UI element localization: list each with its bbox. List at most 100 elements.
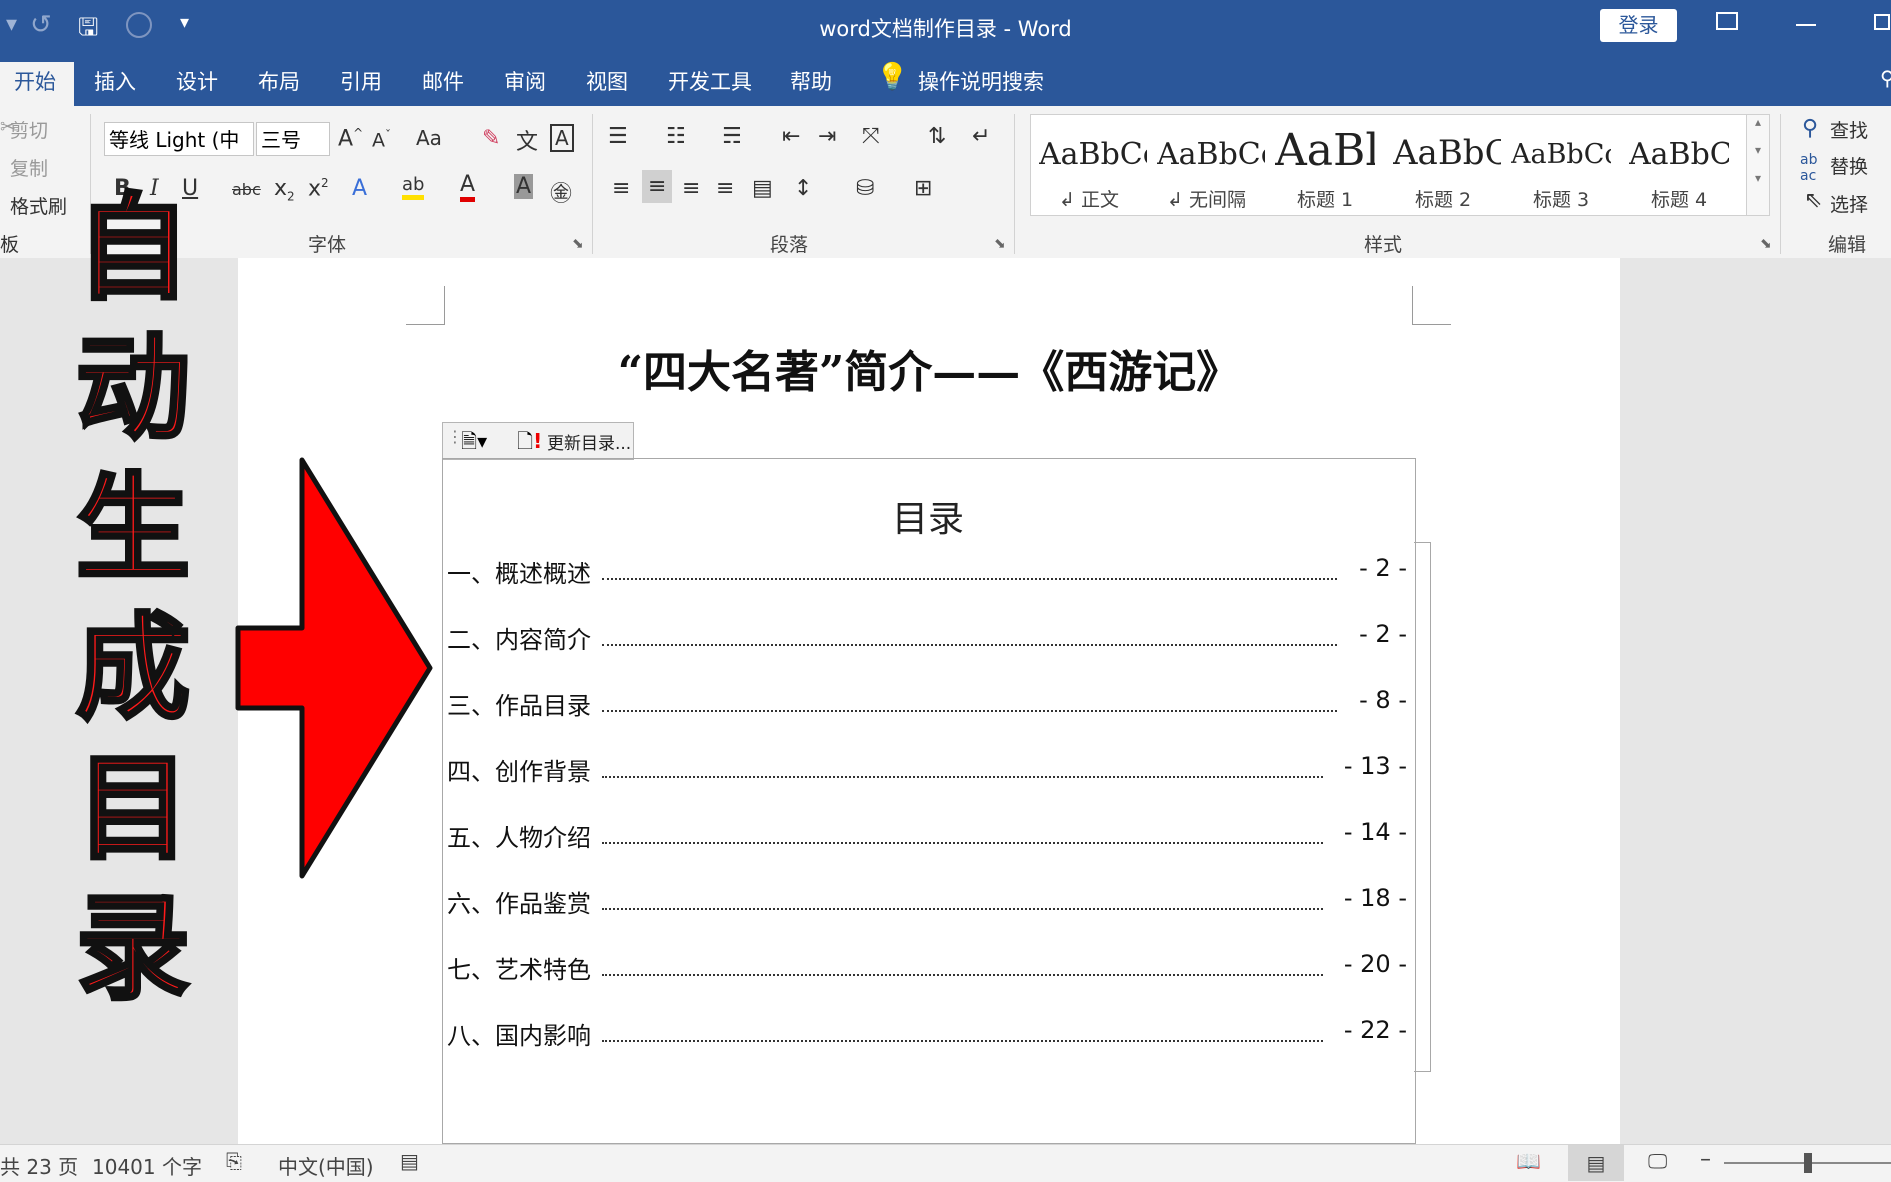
distributed-icon[interactable]: ▤ bbox=[752, 176, 773, 201]
ribbon-display-options-icon[interactable] bbox=[1716, 12, 1738, 30]
zoom-slider-thumb[interactable] bbox=[1804, 1153, 1812, 1173]
read-mode-icon[interactable]: 📖 bbox=[1516, 1149, 1541, 1173]
character-shading-icon[interactable]: A bbox=[514, 174, 534, 199]
justify-icon[interactable]: ≡ bbox=[716, 176, 734, 201]
zoom-out-icon[interactable]: – bbox=[1700, 1147, 1711, 1172]
style-heading-2[interactable]: AaBbC 标题 2 bbox=[1393, 115, 1501, 215]
print-layout-icon[interactable]: ▤ bbox=[1568, 1145, 1624, 1181]
toc-options-icon[interactable]: 🗎▾ bbox=[461, 427, 487, 461]
cut-button[interactable]: 剪切 bbox=[10, 116, 48, 143]
grow-font-icon[interactable]: A^ bbox=[338, 126, 363, 151]
toc-entry-label: 二、内容简介 bbox=[447, 626, 591, 654]
tab-mailings[interactable]: 邮件 bbox=[422, 66, 464, 96]
subscript-icon[interactable]: x2 bbox=[274, 176, 295, 203]
shading-icon[interactable]: ⛁ bbox=[856, 176, 874, 201]
numbering-icon[interactable]: ☷ bbox=[666, 124, 686, 149]
status-bar: 共 23 页 10401 个字 ⎘ 中文(中国) ▤ 📖 ▤ 🖵 – bbox=[0, 1144, 1891, 1182]
borders-icon[interactable]: ⊞ bbox=[914, 176, 932, 201]
toc-entry-page: - 14 - bbox=[1343, 818, 1407, 846]
proofing-icon[interactable]: ⎘ bbox=[226, 1149, 242, 1173]
toc-entry[interactable]: 二、内容简介 - 2 - bbox=[447, 620, 1407, 660]
styles-dialog-launcher-icon[interactable]: ⬊ bbox=[1760, 236, 1772, 252]
font-name-select[interactable]: 等线 Light (中 bbox=[104, 122, 254, 156]
chinese-layout-icon[interactable]: ⤧ bbox=[862, 124, 880, 149]
toc-leader bbox=[602, 644, 1337, 646]
tab-layout[interactable]: 布局 bbox=[258, 66, 300, 96]
font-size-select[interactable]: 三号 bbox=[256, 122, 330, 156]
select-button[interactable]: 选择 bbox=[1830, 190, 1868, 217]
find-button[interactable]: 查找 bbox=[1830, 116, 1868, 143]
overlay-char: 录 bbox=[74, 882, 192, 1015]
toc-entry[interactable]: 七、艺术特色 - 20 - bbox=[447, 950, 1407, 990]
strikethrough-icon[interactable]: abc bbox=[232, 180, 261, 199]
style-heading-4[interactable]: AaBbCc 标题 4 bbox=[1629, 115, 1737, 215]
tab-view[interactable]: 视图 bbox=[586, 66, 628, 96]
copy-button[interactable]: 复制 bbox=[10, 154, 48, 181]
update-toc-icon: 🗋! bbox=[517, 429, 543, 453]
restore-icon[interactable] bbox=[1874, 14, 1890, 30]
phonetic-guide-icon[interactable]: 文 bbox=[516, 124, 538, 156]
toc-leader bbox=[602, 776, 1323, 778]
login-button[interactable]: 登录 bbox=[1600, 9, 1677, 42]
shrink-font-icon[interactable]: Aˇ bbox=[372, 128, 391, 151]
paragraph-dialog-launcher-icon[interactable]: ⬊ bbox=[994, 236, 1006, 252]
styles-gallery-scroll[interactable]: ▴ ▾ ▾ bbox=[1746, 114, 1770, 216]
sort-icon[interactable]: ⇅ bbox=[928, 124, 946, 149]
decrease-indent-icon[interactable]: ⇤ bbox=[782, 124, 800, 149]
language-indicator[interactable]: 中文(中国) bbox=[278, 1151, 374, 1180]
bullets-icon[interactable]: ☰ bbox=[608, 124, 628, 149]
update-toc-button[interactable]: 更新目录... bbox=[547, 429, 631, 454]
text-effects-icon[interactable]: A bbox=[352, 176, 367, 201]
character-border-icon[interactable]: A bbox=[550, 124, 574, 152]
align-right-icon[interactable]: ≡ bbox=[682, 176, 700, 201]
clear-formatting-icon[interactable]: ✎ bbox=[482, 126, 500, 151]
styles-group-label: 样式 bbox=[1364, 234, 1403, 256]
line-spacing-icon[interactable]: ↕ bbox=[794, 176, 812, 201]
toc-entry[interactable]: 五、人物介绍 - 14 - bbox=[447, 818, 1407, 858]
toc-entry[interactable]: 四、创作背景 - 13 - bbox=[447, 752, 1407, 792]
share-icon[interactable]: ⚲ bbox=[1880, 66, 1891, 90]
document-title[interactable]: “四大名著”简介——《西游记》 bbox=[238, 336, 1620, 400]
superscript-icon[interactable]: x2 bbox=[308, 176, 329, 201]
toc-entry[interactable]: 一、概述概述 - 2 - bbox=[447, 554, 1407, 594]
tab-developer[interactable]: 开发工具 bbox=[668, 66, 752, 96]
change-case-button[interactable]: Aa bbox=[416, 126, 442, 150]
style-heading-1[interactable]: AaBl 标题 1 bbox=[1275, 115, 1383, 215]
toc-entry[interactable]: 三、作品目录 - 8 - bbox=[447, 686, 1407, 726]
toc-entry-label: 五、人物介绍 bbox=[447, 824, 591, 852]
multilevel-list-icon[interactable]: ☴ bbox=[722, 124, 742, 149]
toc-entry[interactable]: 六、作品鉴赏 - 18 - bbox=[447, 884, 1407, 924]
web-layout-icon[interactable]: 🖵 bbox=[1648, 1149, 1667, 1173]
tab-insert[interactable]: 插入 bbox=[94, 66, 136, 96]
replace-button[interactable]: 替换 bbox=[1830, 152, 1868, 179]
tab-design[interactable]: 设计 bbox=[176, 66, 218, 96]
toc-entry-page: - 18 - bbox=[1343, 884, 1407, 912]
ribbon-tabs: 开始 插入 设计 布局 引用 邮件 审阅 视图 开发工具 帮助 💡 操作说明搜索… bbox=[0, 52, 1891, 106]
select-icon: ⇖ bbox=[1804, 188, 1823, 213]
tell-me-search[interactable]: 操作说明搜索 bbox=[918, 66, 1044, 96]
tab-references[interactable]: 引用 bbox=[340, 66, 382, 96]
tab-home[interactable]: 开始 bbox=[0, 62, 74, 106]
tab-review[interactable]: 审阅 bbox=[504, 66, 546, 96]
tab-help[interactable]: 帮助 bbox=[790, 66, 832, 96]
toc-entry-label: 八、国内影响 bbox=[447, 1022, 591, 1050]
word-count[interactable]: 10401 个字 bbox=[92, 1151, 202, 1180]
enclose-characters-icon[interactable]: ㊎ bbox=[550, 176, 572, 208]
increase-indent-icon[interactable]: ⇥ bbox=[818, 124, 836, 149]
macro-recording-icon[interactable]: ▤ bbox=[400, 1149, 419, 1173]
font-dialog-launcher-icon[interactable]: ⬊ bbox=[572, 236, 584, 252]
style-normal[interactable]: AaBbCc ↲ 正文 bbox=[1039, 115, 1147, 215]
font-color-icon[interactable]: A bbox=[460, 172, 476, 202]
show-marks-icon[interactable]: ↵ bbox=[972, 124, 990, 149]
highlight-color-icon[interactable]: ab bbox=[402, 174, 425, 200]
align-left-icon[interactable]: ≡ bbox=[612, 176, 630, 201]
minimize-icon[interactable] bbox=[1796, 24, 1816, 26]
toc-leader bbox=[602, 908, 1323, 910]
style-no-spacing[interactable]: AaBbCc ↲ 无间隔 bbox=[1157, 115, 1265, 215]
style-heading-3[interactable]: AaBbCc 标题 3 bbox=[1511, 115, 1619, 215]
toc-entry-page: - 8 - bbox=[1359, 686, 1407, 714]
toc-entry[interactable]: 八、国内影响 - 22 - bbox=[447, 1016, 1407, 1056]
align-center-icon[interactable]: ≡ bbox=[642, 170, 673, 203]
page-count[interactable]: 共 23 页 bbox=[0, 1151, 78, 1180]
toc-entry-page: - 13 - bbox=[1343, 752, 1407, 780]
